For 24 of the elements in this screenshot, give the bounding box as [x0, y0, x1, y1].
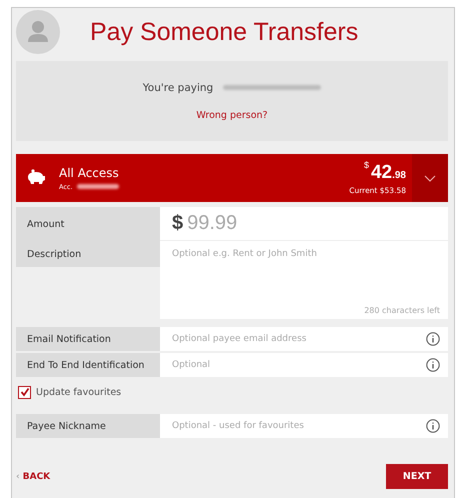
next-button[interactable]: NEXT [386, 464, 448, 489]
available-balance: $^{$}$42.98 [364, 161, 406, 182]
amount-field[interactable]: $ 99.99 [160, 207, 448, 241]
checkbox-label: Update favourites [36, 386, 122, 398]
character-counter: 280 characters left [364, 306, 440, 315]
blurred-account-number [76, 184, 119, 189]
info-icon[interactable] [426, 332, 440, 346]
checkbox[interactable] [18, 386, 31, 398]
wrong-person-link[interactable]: Wrong person? [196, 110, 268, 120]
field-label: Payee Nickname [16, 413, 160, 438]
account-name: All Access [59, 166, 120, 180]
info-icon[interactable] [426, 419, 440, 433]
dropdown-toggle[interactable] [412, 154, 448, 202]
back-link[interactable]: ‹ BACK [16, 472, 50, 482]
page-title: Pay Someone Transfers [90, 18, 358, 46]
field-label: Amount [16, 207, 160, 241]
info-icon[interactable] [426, 358, 440, 372]
field-label: Description [16, 241, 160, 267]
field-label: Email Notification [16, 326, 160, 351]
avatar-icon [16, 10, 60, 54]
chevron-down-icon [424, 174, 436, 182]
field-label: End To End Identification [16, 352, 160, 377]
paying-label: You're paying [142, 82, 214, 94]
piggy-bank-icon [25, 169, 45, 187]
